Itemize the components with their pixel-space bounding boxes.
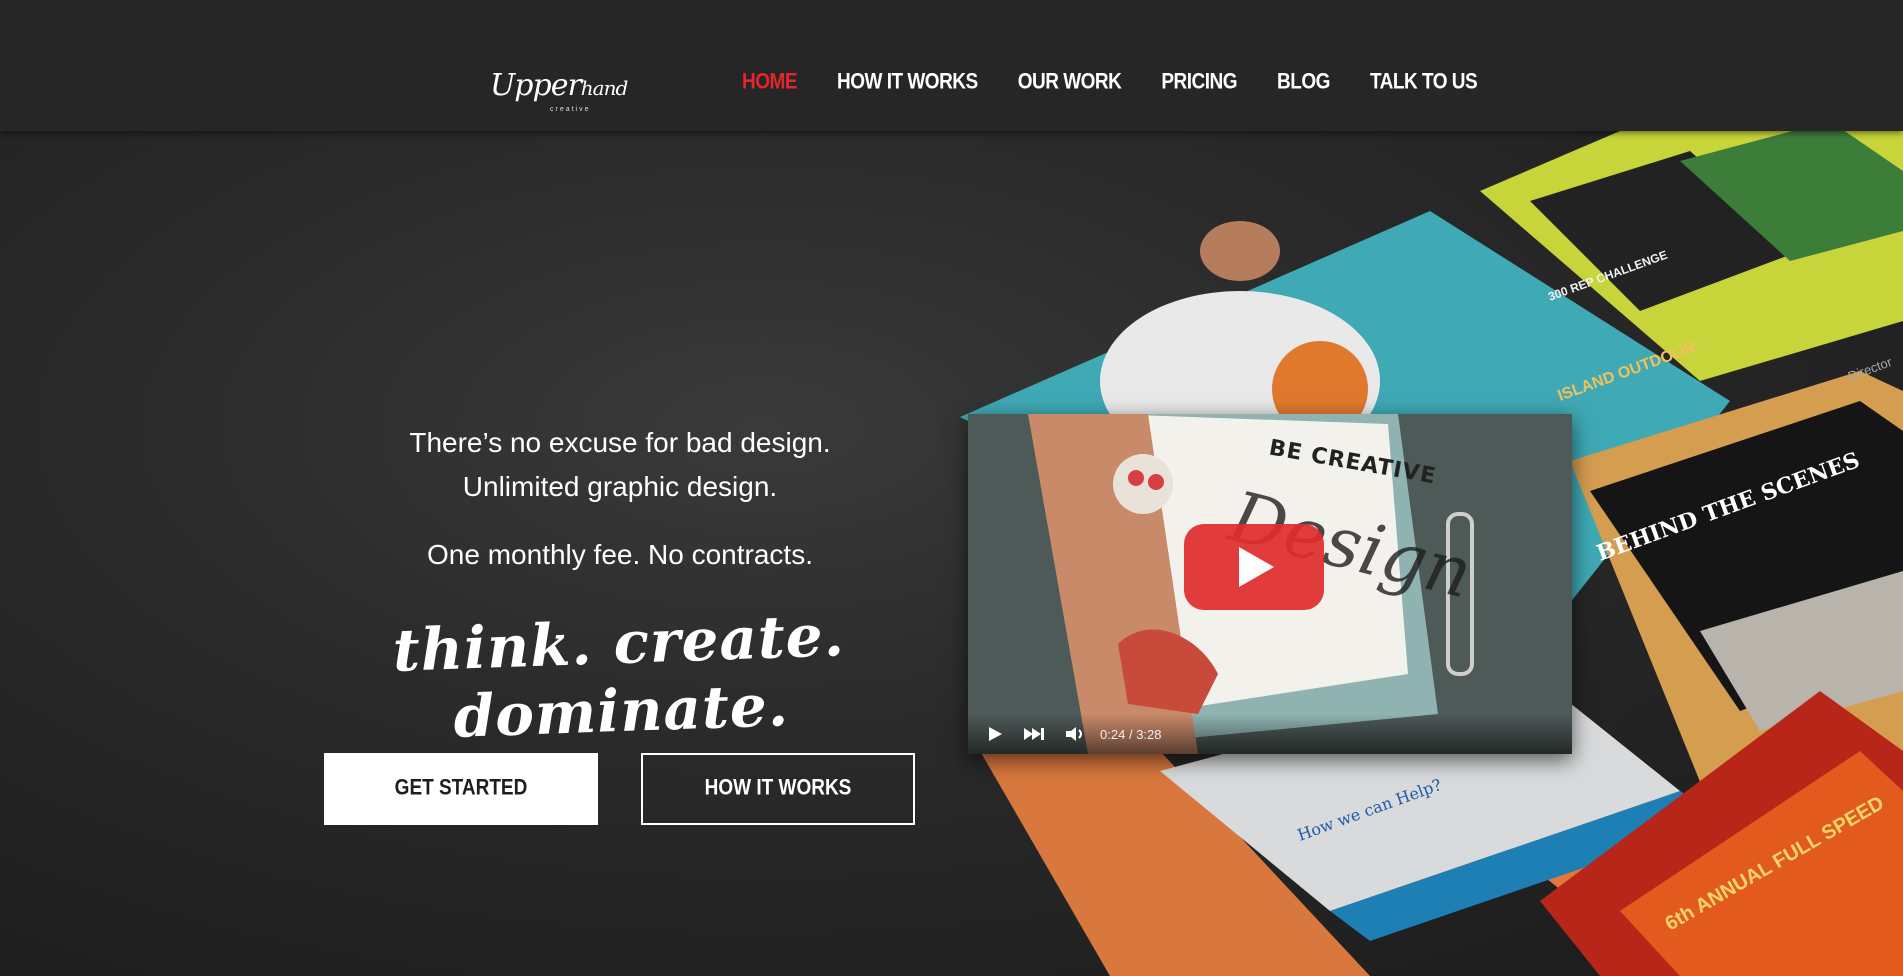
logo-word-script: hand (580, 76, 628, 100)
video-timecode: 0:24 / 3:28 (1100, 727, 1162, 742)
nav-blog[interactable]: BLOG (1277, 70, 1330, 95)
next-control[interactable] (1022, 725, 1046, 743)
hero-headline: There’s no excuse for bad design. Unlimi… (320, 421, 920, 509)
play-button[interactable] (1184, 524, 1324, 610)
collage-face (1200, 221, 1280, 281)
video-skull-tattoo (1113, 454, 1173, 514)
video-current-time: 0:24 (1100, 726, 1126, 742)
play-small-icon (989, 727, 1002, 741)
skip-next-icon (1024, 728, 1044, 740)
video-controls: 0:24 / 3:28 (968, 714, 1572, 754)
hero-headline-line2: Unlimited graphic design. (462, 471, 778, 502)
play-icon (1239, 547, 1274, 587)
logo-wordmark: Upperhand (490, 68, 628, 103)
get-started-label: GET STARTED (394, 776, 528, 801)
video-tattoo-eye-left (1128, 470, 1144, 486)
nav-talk-to-us[interactable]: TALK TO US (1370, 70, 1478, 95)
hero-tagline: think. create. dominate. (391, 601, 846, 751)
video-time-separator: / (1128, 726, 1133, 742)
get-started-button[interactable]: GET STARTED (324, 753, 598, 825)
hero-section: ISLAND OUTDOOR BEHIND THE SCENES 300 REP… (0, 131, 1903, 976)
nav-how-it-works[interactable]: HOW IT WORKS (837, 70, 978, 95)
nav-pricing[interactable]: PRICING (1161, 70, 1237, 95)
hero-subline: One monthly fee. No contracts. (427, 539, 813, 570)
logo[interactable]: Upperhand creative (490, 46, 628, 122)
video-tattoo-eye-right (1148, 474, 1164, 490)
volume-icon (1066, 727, 1082, 741)
logo-subtext: creative (550, 106, 591, 113)
video-player[interactable]: BE CREATIVE Design 0:24 / 3:28 (968, 414, 1572, 754)
logo-word-main: Upper (490, 68, 582, 103)
video-duration: 3:28 (1136, 726, 1162, 742)
site-header: Upperhand creative HOME HOW IT WORKS OUR… (0, 0, 1903, 131)
play-control[interactable] (986, 725, 1004, 743)
how-it-works-button[interactable]: HOW IT WORKS (641, 753, 915, 825)
hero-headline-line1: There’s no excuse for bad design. (409, 427, 831, 458)
nav-home[interactable]: HOME (742, 70, 798, 95)
work-collage: ISLAND OUTDOOR BEHIND THE SCENES 300 REP… (960, 131, 1903, 976)
nav-our-work[interactable]: OUR WORK (1018, 70, 1122, 95)
volume-control[interactable] (1064, 725, 1086, 743)
main-nav: HOME HOW IT WORKS OUR WORK PRICING BLOG … (742, 70, 1517, 95)
how-it-works-label: HOW IT WORKS (704, 776, 852, 801)
hero-copy: There’s no excuse for bad design. Unlimi… (320, 421, 920, 751)
